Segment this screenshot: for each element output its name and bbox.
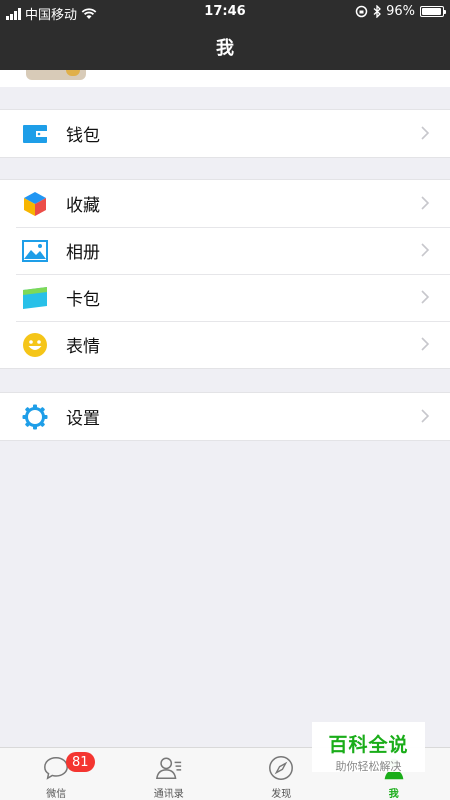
battery-icon [420, 6, 446, 17]
chevron-right-icon [421, 196, 430, 210]
tab-contacts[interactable]: 通讯录 [113, 748, 226, 800]
tab-chats[interactable]: 81 微信 [0, 748, 113, 800]
contacts-icon [155, 757, 181, 780]
profile-header[interactable] [0, 70, 450, 87]
album-picture-icon [22, 240, 48, 262]
tab-label: 我 [388, 789, 399, 800]
card-bag-icon [23, 287, 47, 309]
battery-percent: 96% [386, 4, 415, 19]
status-bar: 中国移动 17:46 96% [0, 0, 450, 24]
bluetooth-icon [373, 5, 382, 18]
chevron-right-icon [421, 337, 430, 351]
tab-label: 发现 [271, 789, 292, 800]
watermark-subtitle: 助你轻松解决 [335, 760, 402, 773]
menu-item-stickers[interactable]: 表情 [0, 321, 450, 368]
menu-item-card-bag[interactable]: 卡包 [0, 274, 450, 321]
rotation-lock-icon [355, 5, 368, 18]
watermark-logo: 百科全说 助你轻松解决 [312, 722, 425, 773]
chevron-right-icon [421, 243, 430, 257]
menu-item-label: 相册 [66, 243, 100, 263]
unread-badge: 81 [66, 752, 95, 772]
chevron-right-icon [421, 409, 430, 423]
menu-item-settings[interactable]: 设置 [0, 393, 450, 440]
chevron-right-icon [421, 126, 430, 140]
menu-item-label: 卡包 [66, 290, 100, 310]
chevron-right-icon [421, 290, 430, 304]
menu-group-settings: 设置 [0, 392, 450, 441]
wallet-icon [23, 125, 47, 143]
menu-item-album[interactable]: 相册 [0, 227, 450, 274]
nav-bar: 我 [0, 24, 450, 70]
smiley-face-icon [23, 333, 47, 357]
page-title: 我 [216, 38, 234, 59]
menu-item-favorites[interactable]: 收藏 [0, 180, 450, 227]
favorites-cube-icon [24, 192, 46, 216]
tab-label: 通讯录 [153, 789, 184, 800]
menu-group-wallet: 钱包 [0, 109, 450, 158]
menu-item-label: 收藏 [66, 196, 100, 216]
compass-icon [269, 756, 294, 780]
tab-label: 微信 [46, 789, 67, 800]
watermark-title: 百科全说 [328, 734, 409, 756]
menu-item-wallet[interactable]: 钱包 [0, 110, 450, 157]
menu-item-label: 设置 [66, 409, 100, 429]
menu-group-personal: 收藏 相册 卡包 表情 [0, 179, 450, 369]
menu-item-label: 表情 [66, 337, 100, 357]
menu-item-label: 钱包 [66, 126, 100, 146]
gear-icon [22, 404, 48, 430]
